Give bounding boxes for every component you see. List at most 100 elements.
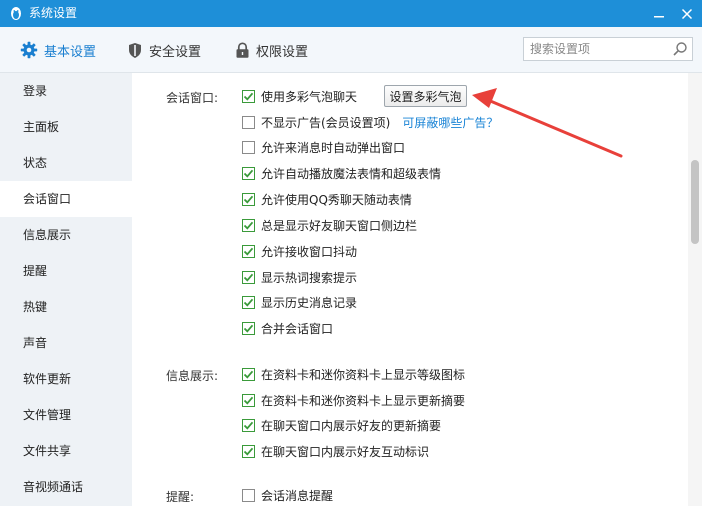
option-label: 允许接收窗口抖动 bbox=[261, 244, 358, 259]
option-message-reminder[interactable]: 会话消息提醒 bbox=[242, 487, 333, 503]
checkmark-icon bbox=[243, 247, 254, 256]
sidebar-item-label: 文件共享 bbox=[23, 444, 72, 458]
checkbox[interactable] bbox=[242, 166, 255, 180]
checkmark-icon bbox=[243, 396, 254, 405]
option-label: 不显示广告(会员设置项) bbox=[261, 115, 391, 130]
checkbox[interactable] bbox=[242, 218, 255, 232]
option-label: 使用多彩气泡聊天 bbox=[261, 89, 358, 104]
sidebar-item-main-panel[interactable]: 主面板 bbox=[0, 109, 132, 145]
tab-basic-settings[interactable]: 基本设置 bbox=[20, 27, 96, 73]
checkbox[interactable] bbox=[242, 418, 255, 432]
checkbox[interactable] bbox=[242, 270, 255, 284]
close-button[interactable] bbox=[673, 0, 701, 27]
checkbox[interactable] bbox=[242, 295, 255, 309]
settings-content: 会话窗口: 使用多彩气泡聊天 设置多彩气泡 不显示广告(会员设置项) 可屏蔽哪些… bbox=[132, 73, 688, 506]
checkbox[interactable] bbox=[242, 393, 255, 407]
option-update-summary-card[interactable]: 在资料卡和迷你资料卡上显示更新摘要 bbox=[242, 392, 465, 408]
sidebar-item-login[interactable]: 登录 bbox=[0, 73, 132, 109]
blockable-ads-link[interactable]: 可屏蔽哪些广告？ bbox=[402, 114, 498, 131]
sidebar-item-info-display[interactable]: 信息展示 bbox=[0, 217, 132, 253]
shield-icon bbox=[129, 42, 141, 58]
option-colorful-bubble[interactable]: 使用多彩气泡聊天 bbox=[242, 88, 357, 104]
sidebar-item-label: 状态 bbox=[23, 156, 48, 170]
option-label: 在资料卡和迷你资料卡上显示等级图标 bbox=[261, 367, 466, 382]
option-show-sidebar[interactable]: 总是显示好友聊天窗口侧边栏 bbox=[242, 217, 417, 233]
checkmark-icon bbox=[243, 447, 254, 456]
option-history-messages[interactable]: 显示历史消息记录 bbox=[242, 294, 357, 310]
sidebar-item-label: 声音 bbox=[23, 336, 48, 350]
checkmark-icon bbox=[243, 324, 254, 333]
title-bar: 系统设置 bbox=[0, 0, 702, 27]
sidebar-item-file-sharing[interactable]: 文件共享 bbox=[0, 433, 132, 469]
settings-search[interactable] bbox=[523, 37, 693, 61]
sidebar-item-av-call[interactable]: 音视频通话 bbox=[0, 469, 132, 505]
checkbox[interactable] bbox=[242, 488, 255, 502]
sidebar-item-software-update[interactable]: 软件更新 bbox=[0, 361, 132, 397]
sidebar-item-label: 提醒 bbox=[23, 264, 48, 278]
minimize-button[interactable] bbox=[645, 0, 673, 27]
option-qq-show-emoji[interactable]: 允许使用QQ秀聊天随动表情 bbox=[242, 191, 412, 207]
sidebar-item-label: 会话窗口 bbox=[23, 192, 72, 206]
checkbox[interactable] bbox=[242, 89, 255, 103]
option-autoplay-magic-emoji[interactable]: 允许自动播放魔法表情和超级表情 bbox=[242, 165, 441, 181]
sidebar-item-label: 热键 bbox=[23, 300, 48, 314]
option-merge-windows[interactable]: 合并会话窗口 bbox=[242, 320, 333, 336]
checkmark-icon bbox=[243, 169, 254, 178]
minimize-icon bbox=[654, 15, 664, 17]
sidebar-item-hotkeys[interactable]: 热键 bbox=[0, 289, 132, 325]
checkbox[interactable] bbox=[242, 367, 255, 381]
tab-permission-settings-label: 权限设置 bbox=[256, 44, 309, 60]
qq-penguin-icon bbox=[11, 7, 21, 20]
set-colorful-bubble-button[interactable]: 设置多彩气泡 bbox=[384, 85, 467, 107]
option-label: 显示热词搜索提示 bbox=[261, 270, 358, 285]
lock-icon bbox=[236, 41, 249, 58]
settings-toolbar: 基本设置 安全设置 权限设置 bbox=[0, 27, 702, 73]
sidebar-item-label: 软件更新 bbox=[23, 372, 72, 386]
option-label: 允许自动播放魔法表情和超级表情 bbox=[261, 166, 442, 181]
content-scrollbar[interactable] bbox=[688, 73, 702, 506]
checkmark-icon bbox=[243, 195, 254, 204]
search-icon[interactable] bbox=[672, 41, 688, 57]
checkbox[interactable] bbox=[242, 444, 255, 458]
checkmark-icon bbox=[243, 370, 254, 379]
option-window-shake[interactable]: 允许接收窗口抖动 bbox=[242, 243, 357, 259]
option-hide-ads[interactable]: 不显示广告(会员设置项) 可屏蔽哪些广告？ bbox=[242, 114, 498, 130]
checkbox[interactable] bbox=[242, 244, 255, 258]
sidebar-item-status[interactable]: 状态 bbox=[0, 145, 132, 181]
tab-permission-settings[interactable]: 权限设置 bbox=[235, 27, 308, 73]
option-label: 在聊天窗口内展示好友的更新摘要 bbox=[261, 418, 442, 433]
checkbox[interactable] bbox=[242, 192, 255, 206]
checkbox[interactable] bbox=[242, 140, 255, 154]
sidebar-item-reminder[interactable]: 提醒 bbox=[0, 253, 132, 289]
option-hot-search-tips[interactable]: 显示热词搜索提示 bbox=[242, 269, 357, 285]
checkmark-icon bbox=[243, 273, 254, 282]
close-icon bbox=[681, 8, 693, 19]
checkmark-icon bbox=[243, 421, 254, 430]
scrollbar-thumb[interactable] bbox=[691, 160, 699, 244]
section-label-session: 会话窗口: bbox=[166, 91, 219, 105]
option-level-icon[interactable]: 在资料卡和迷你资料卡上显示等级图标 bbox=[242, 366, 465, 382]
checkmark-icon bbox=[243, 92, 254, 101]
tab-security-settings-label: 安全设置 bbox=[149, 44, 202, 60]
sidebar-item-label: 文件管理 bbox=[23, 408, 72, 422]
sidebar-nav: 登录 主面板 状态 会话窗口 信息展示 提醒 热键 声音 软件更新 文件管理 文… bbox=[0, 73, 132, 506]
checkbox[interactable] bbox=[242, 115, 255, 129]
sidebar-item-label: 音视频通话 bbox=[23, 480, 84, 494]
option-label: 允许使用QQ秀聊天随动表情 bbox=[261, 192, 412, 207]
checkbox[interactable] bbox=[242, 321, 255, 335]
sidebar-item-file-management[interactable]: 文件管理 bbox=[0, 397, 132, 433]
option-label: 会话消息提醒 bbox=[261, 488, 334, 503]
sidebar-item-session-window[interactable]: 会话窗口 bbox=[0, 181, 132, 217]
sidebar-item-label: 信息展示 bbox=[23, 228, 72, 242]
checkmark-icon bbox=[243, 298, 254, 307]
sidebar-item-label: 登录 bbox=[23, 84, 48, 98]
option-interaction-marks[interactable]: 在聊天窗口内展示好友互动标识 bbox=[242, 443, 429, 459]
option-update-summary-chat[interactable]: 在聊天窗口内展示好友的更新摘要 bbox=[242, 417, 441, 433]
option-label: 合并会话窗口 bbox=[261, 321, 334, 336]
option-auto-popup[interactable]: 允许来消息时自动弹出窗口 bbox=[242, 139, 405, 155]
search-input[interactable] bbox=[530, 41, 666, 57]
sidebar-item-sound[interactable]: 声音 bbox=[0, 325, 132, 361]
section-label-info: 信息展示: bbox=[166, 369, 219, 383]
option-label: 总是显示好友聊天窗口侧边栏 bbox=[261, 218, 418, 233]
tab-security-settings[interactable]: 安全设置 bbox=[127, 27, 201, 73]
